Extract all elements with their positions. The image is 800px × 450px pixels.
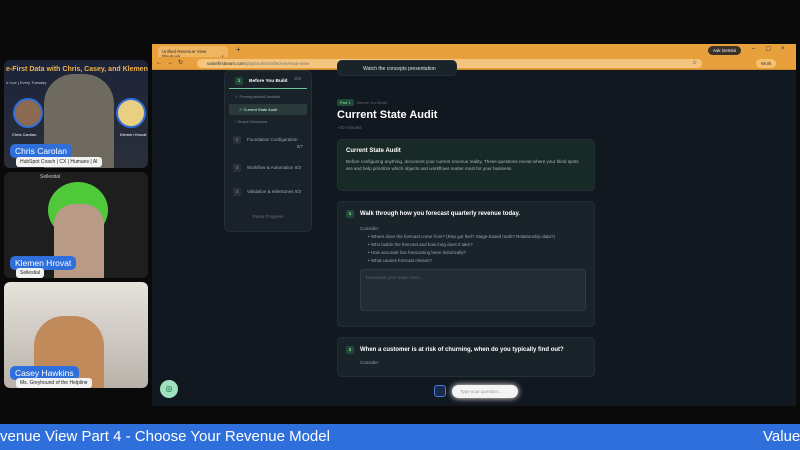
- thumb-name: Chris Carolan: [12, 132, 37, 137]
- breadcrumb: Before You Build: [357, 100, 387, 105]
- question-text: Walk through how you forecast quarterly …: [360, 211, 521, 217]
- webcam-chris: e-First Data with Chris, Casey, and Klem…: [4, 60, 148, 168]
- bullet-text: Who builds the forecast and how long doe…: [370, 242, 473, 247]
- sidebar-group[interactable]: 3 Workflow & Automation 0/3: [225, 164, 311, 172]
- sidebar-item-active[interactable]: ✓ Current State Audit: [229, 104, 307, 115]
- intro-card: Current State Audit Before configuring a…: [337, 139, 595, 191]
- group-label: Workflow & Automation: [247, 165, 294, 170]
- bullet: • Who builds the forecast and how long d…: [368, 242, 473, 247]
- group-count: 0/3: [294, 189, 301, 194]
- video-link[interactable]: Watch the concepts presentation: [337, 60, 457, 76]
- browser-tab[interactable]: Unified Revenue View Playbook×: [158, 46, 228, 59]
- chat-bot-icon[interactable]: [434, 385, 446, 397]
- webcam-casey: Casey Hawkins Ms. Greyhound of the Helpl…: [4, 282, 148, 388]
- url-domain: valuefirstteam.com: [207, 61, 245, 66]
- sidebar-group[interactable]: 2 Foundation Configuration 0/7: [225, 136, 311, 156]
- nav-buttons[interactable]: ←→↻: [156, 59, 188, 66]
- window-controls[interactable]: –▢×: [752, 45, 795, 52]
- avatar: [116, 98, 146, 128]
- question-text: When a customer is at risk of churning, …: [360, 347, 564, 353]
- profile-button[interactable]: Work: [756, 59, 777, 68]
- consider-label: Consider:: [360, 226, 380, 231]
- show-title: e-First Data with Chris, Casey, and Klem…: [6, 66, 148, 73]
- item-label: Scope Decisions: [237, 119, 268, 124]
- intro-title: Current State Audit: [346, 148, 401, 154]
- sidebar-group[interactable]: 4 Validation & Milestones 0/3: [225, 188, 311, 196]
- bullet: • What causes forecast misses?: [368, 258, 432, 263]
- avatar: [13, 98, 43, 128]
- group-count: 0/7: [296, 144, 303, 149]
- browser-window: Unified Revenue View Playbook× + Ask Gem…: [152, 44, 796, 406]
- url-path: /playbooks/unified-revenue-view: [244, 61, 310, 66]
- section-number: 1: [235, 77, 243, 85]
- participant-name: Chris Carolan: [10, 144, 72, 158]
- bullet-text: What causes forecast misses?: [370, 258, 432, 263]
- chat-input[interactable]: Type your question...: [452, 385, 518, 398]
- sidebar-item[interactable]: • Scope Decisions: [225, 115, 311, 128]
- part-badge: Part 1: [337, 99, 354, 106]
- question-card: 2 When a customer is at risk of churning,…: [337, 337, 595, 377]
- group-label: Foundation Configuration: [247, 137, 298, 142]
- webcam-klemen: Sellestial Klemen Hrovat Sellestial: [4, 172, 148, 278]
- duration: ~20 minutes: [337, 125, 362, 130]
- group-count: 0/3: [294, 165, 301, 170]
- bullet-text: Where does the forecast come from? (Rep …: [370, 234, 555, 239]
- question-card: 1 Walk through how you forecast quarterly…: [337, 201, 595, 327]
- video-link-label: Watch the concepts presentation: [363, 66, 436, 72]
- question-number: 2: [346, 346, 354, 354]
- ticker-banner: venue View Part 4 - Choose Your Revenue …: [0, 424, 800, 450]
- group-label: Validation & Milestones: [247, 189, 294, 194]
- address-bar-row: ←→↻ valuefirstteam.com/playbooks/unified…: [152, 57, 796, 70]
- section-label: Before You Build: [249, 79, 288, 84]
- bullet: • Where does the forecast come from? (Re…: [368, 234, 555, 239]
- ticker-text: venue View Part 4 - Choose Your Revenue …: [0, 428, 330, 445]
- question-number: 1: [346, 210, 354, 218]
- participant-subtitle: Ms. Greyhound of the Helpline: [16, 378, 92, 388]
- consider-label: Consider:: [360, 360, 380, 365]
- intro-text: Before configuring anything, document yo…: [346, 159, 579, 171]
- show-subtitle: n Live | Every Tuesday: [6, 80, 47, 85]
- section-count: 2/3: [294, 77, 301, 82]
- progress-sidebar: 1 Before You Build 2/3 ✓ Prerequisites/Che…: [224, 70, 312, 232]
- bullet: • How accurate has forecasting been hist…: [368, 250, 467, 255]
- group-number: 3: [233, 164, 241, 172]
- sidebar-section[interactable]: 1 Before You Build 2/3: [229, 71, 307, 89]
- sidebar-item[interactable]: ✓ Prerequisites/Checklist: [225, 89, 311, 104]
- ask-gemini-button[interactable]: Ask Gemini: [708, 46, 742, 55]
- sponsor-logo: Sellestial: [40, 174, 61, 180]
- ticker-text-next: Value: [763, 428, 800, 445]
- chat-placeholder: Type your question...: [460, 389, 502, 394]
- reset-progress-button[interactable]: Reset Progress: [225, 214, 311, 219]
- item-label: Current State Audit: [243, 107, 278, 112]
- notes-placeholder: Document your notes here...: [366, 275, 423, 280]
- help-button[interactable]: ◎: [160, 380, 178, 398]
- new-tab-button[interactable]: +: [236, 45, 241, 54]
- participant-subtitle: Sellestial: [16, 268, 45, 278]
- group-number: 4: [233, 188, 241, 196]
- tab-bar: Unified Revenue View Playbook× + Ask Gem…: [152, 44, 796, 59]
- thumb-name: Klemen Hrovat: [120, 132, 147, 137]
- bullet-text: How accurate has forecasting been histor…: [370, 250, 467, 255]
- group-number: 2: [233, 136, 241, 144]
- item-label: Prerequisites/Checklist: [239, 94, 281, 99]
- star-icon[interactable]: ☆: [692, 59, 697, 66]
- participant-subtitle: HubSpot Coach | CX | Humans | AI: [16, 157, 102, 167]
- page-title: Current State Audit: [337, 109, 438, 121]
- notes-textarea[interactable]: Document your notes here...: [360, 269, 586, 311]
